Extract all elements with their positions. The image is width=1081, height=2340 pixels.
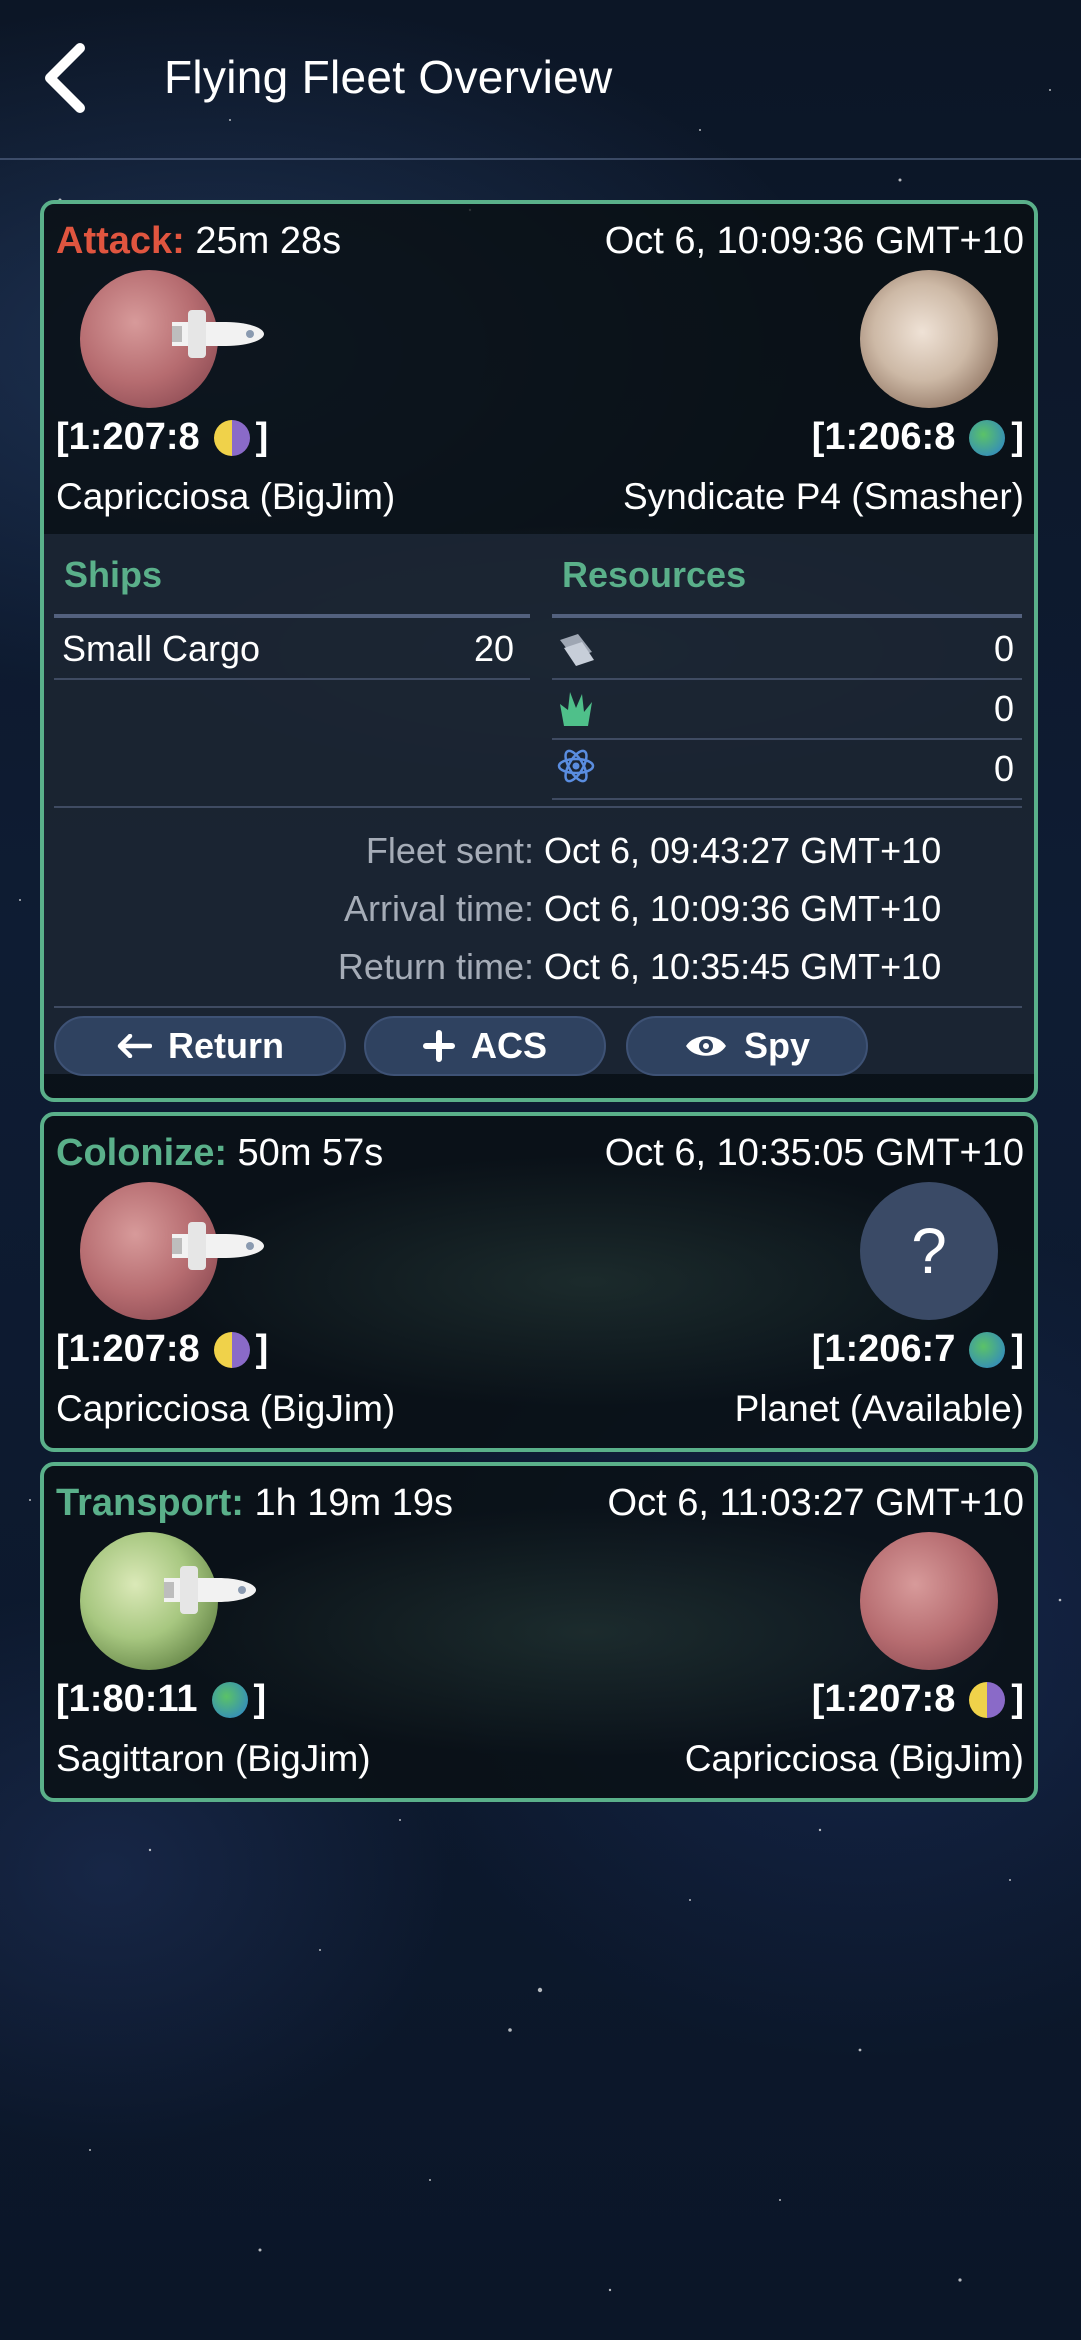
spy-button[interactable]: Spy: [626, 1016, 868, 1076]
back-arrow-icon[interactable]: [34, 40, 94, 116]
plus-icon: [422, 1030, 455, 1062]
moon-icon: [213, 1331, 250, 1368]
eye-icon: [685, 1036, 726, 1056]
arrival-datetime: Oct 6, 10:35:05 GMT+10: [604, 1132, 1024, 1174]
target-coordinates[interactable]: [1:206:7 ]: [812, 1328, 1024, 1371]
planet-icon: [211, 1681, 248, 1718]
unknown-planet-icon: ?: [860, 1182, 998, 1320]
fleet-sent-value: Oct 6, 09:43:27 GMT+10: [544, 830, 942, 871]
return-time-label: Return time:: [337, 946, 534, 987]
target-planet-image: [860, 270, 998, 408]
countdown: 1h 19m 19s: [254, 1482, 454, 1524]
arrival-time-value: Oct 6, 10:09:36 GMT+10: [544, 888, 942, 929]
fleet-card-attack[interactable]: Attack: 25m 28s Oct 6, 10:09:36 GMT+10 […: [40, 200, 1038, 1102]
target-planet-name: Syndicate P4 (Smasher): [622, 476, 1024, 517]
fleet-card-colonize[interactable]: Colonize: 50m 57s Oct 6, 10:35:05 GMT+10…: [40, 1112, 1038, 1452]
fleet-details-panel: Ships Resources Small Cargo 20 0 0 0 Fle…: [44, 534, 1034, 1076]
origin-planet-name: Sagittaron (BigJim): [56, 1738, 371, 1779]
fleet-ship-icon: [172, 310, 264, 358]
countdown: 25m 28s: [195, 220, 342, 262]
deuterium-amount: 0: [993, 748, 1014, 789]
fleet-ship-icon: [164, 1566, 256, 1614]
arrow-left-icon: [117, 1034, 152, 1058]
resources-header: Resources: [562, 554, 747, 595]
mission-label: Attack:: [56, 220, 185, 262]
origin-coordinates[interactable]: [1:80:11 ]: [56, 1678, 266, 1721]
fleet-card-transport[interactable]: Transport: 1h 19m 19s Oct 6, 11:03:27 GM…: [40, 1462, 1038, 1802]
resources-header-divider: [552, 614, 1022, 618]
return-time-value: Oct 6, 10:35:45 GMT+10: [544, 946, 942, 987]
ships-header: Ships: [64, 554, 163, 595]
arrival-datetime: Oct 6, 11:03:27 GMT+10: [607, 1482, 1024, 1524]
origin-planet-name: Capricciosa (BigJim): [56, 476, 396, 517]
target-planet-name: Planet (Available): [734, 1388, 1024, 1429]
page-title: Flying Fleet Overview: [164, 51, 613, 103]
metal-amount: 0: [993, 628, 1014, 669]
mission-label: Colonize:: [56, 1132, 227, 1174]
origin-coordinates[interactable]: [1:207:8 ]: [56, 416, 268, 459]
countdown: 50m 57s: [237, 1132, 384, 1174]
fleet-sent-label: Fleet sent:: [365, 830, 534, 871]
metal-icon: [560, 634, 594, 666]
origin-planet-name: Capricciosa (BigJim): [56, 1388, 396, 1429]
planet-icon: [969, 419, 1006, 456]
mission-label: Transport:: [56, 1482, 244, 1524]
target-moon-image: [860, 1532, 998, 1670]
crystal-icon: [560, 692, 592, 726]
crystal-amount: 0: [993, 688, 1014, 729]
ship-count: 20: [473, 628, 514, 669]
moon-icon: [213, 419, 250, 456]
target-coordinates[interactable]: [1:207:8 ]: [812, 1678, 1024, 1721]
acs-button[interactable]: ACS: [364, 1016, 606, 1076]
arrival-time-label: Arrival time:: [343, 888, 534, 929]
planet-icon: [969, 1331, 1006, 1368]
origin-coordinates[interactable]: [1:207:8 ]: [56, 1328, 268, 1371]
return-button[interactable]: Return: [54, 1016, 346, 1076]
arrival-datetime: Oct 6, 10:09:36 GMT+10: [604, 220, 1024, 262]
target-planet-name: Capricciosa (BigJim): [684, 1738, 1024, 1779]
ships-header-divider: [54, 614, 530, 618]
app-header: Flying Fleet Overview: [0, 0, 1081, 160]
deuterium-icon: [557, 749, 595, 783]
target-coordinates[interactable]: [1:206:8 ]: [812, 416, 1024, 459]
ship-name: Small Cargo: [62, 628, 261, 669]
moon-icon: [969, 1681, 1006, 1718]
fleet-ship-icon: [172, 1222, 264, 1270]
